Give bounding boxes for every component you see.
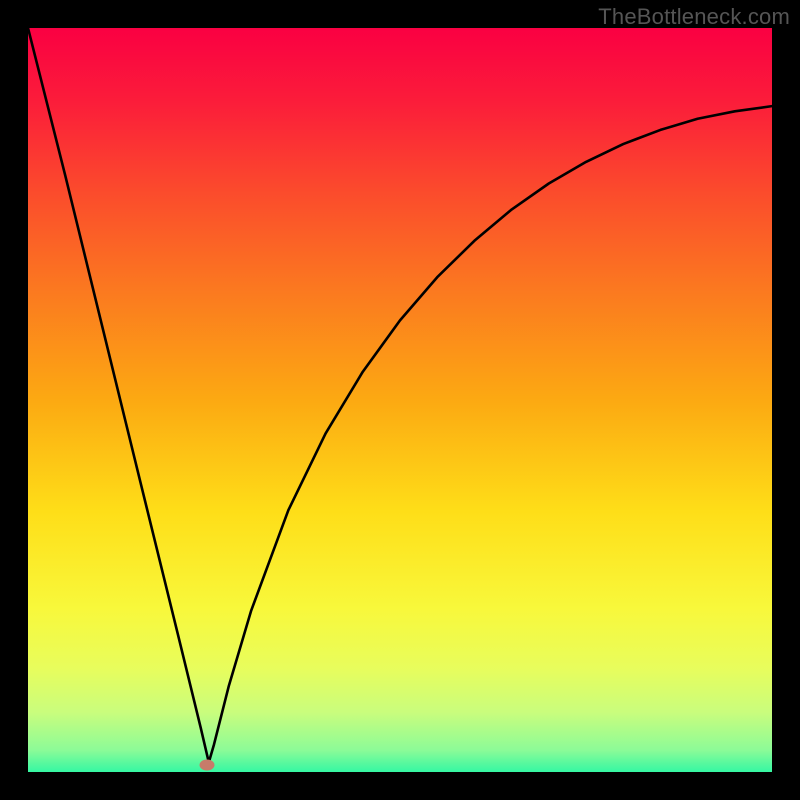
watermark-text: TheBottleneck.com: [598, 4, 790, 30]
plot-frame: [28, 28, 772, 772]
minimum-marker-dot: [199, 759, 214, 770]
bottleneck-curve: [28, 28, 772, 772]
